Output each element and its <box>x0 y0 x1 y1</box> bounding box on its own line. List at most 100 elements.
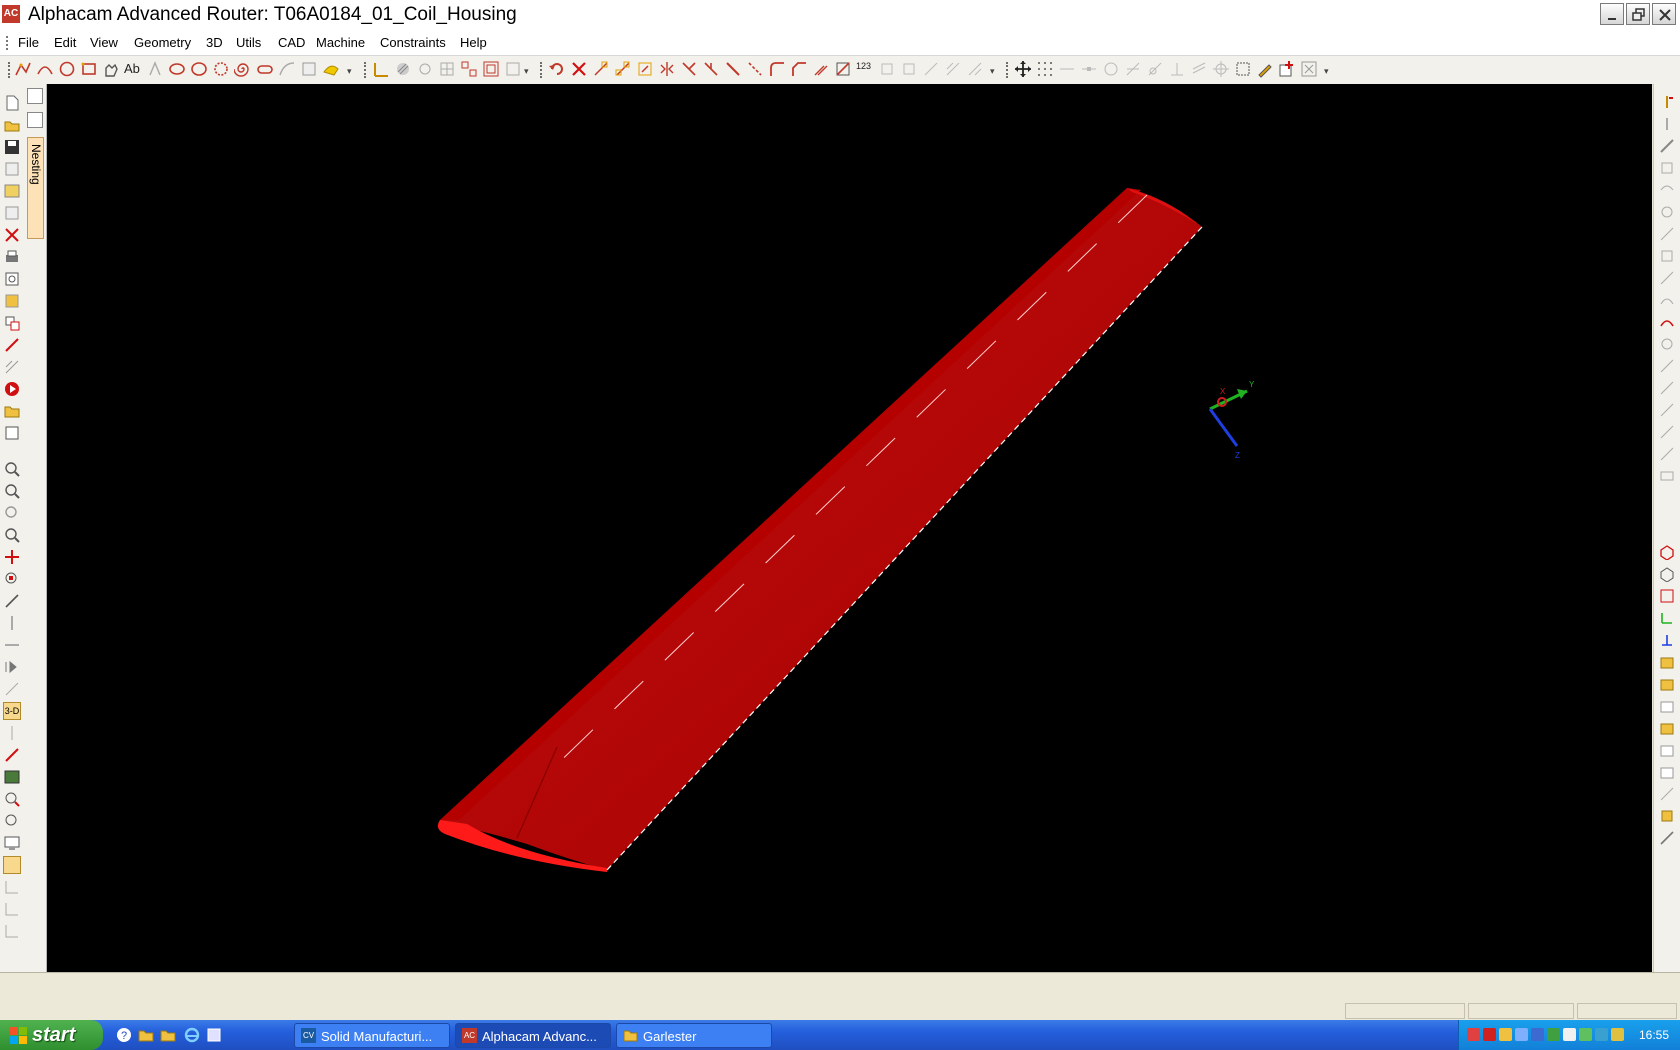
outlook-icon[interactable] <box>206 1027 222 1043</box>
layer-icon[interactable] <box>504 60 522 78</box>
restore-button[interactable] <box>1626 3 1650 25</box>
tray-update-icon[interactable] <box>1579 1028 1592 1041</box>
mirror-icon[interactable] <box>658 60 676 78</box>
transfer-icon[interactable] <box>3 336 21 354</box>
tray-antivirus-icon[interactable] <box>1483 1028 1496 1041</box>
grid-icon[interactable] <box>438 60 456 78</box>
snap-parallel-icon[interactable] <box>1190 60 1208 78</box>
ellipse-icon[interactable] <box>168 60 186 78</box>
print-preview-icon[interactable] <box>3 270 21 288</box>
shape-fill-icon[interactable] <box>322 60 340 78</box>
snap-perp-icon[interactable] <box>1168 60 1186 78</box>
project-manager-tab[interactable] <box>27 88 43 104</box>
drill-icon[interactable] <box>1659 116 1675 132</box>
section-icon[interactable] <box>3 878 21 896</box>
help-icon[interactable]: ? <box>116 1027 132 1043</box>
image-icon[interactable] <box>3 768 21 786</box>
undo-icon[interactable] <box>548 60 566 78</box>
hatch-icon[interactable] <box>394 60 412 78</box>
nc-open-icon[interactable] <box>3 182 21 200</box>
workplane-side-icon[interactable] <box>1659 698 1675 714</box>
offset-icon[interactable] <box>812 60 830 78</box>
spline-icon[interactable] <box>278 60 296 78</box>
projected-icon[interactable] <box>1659 358 1675 374</box>
export-icon[interactable] <box>3 292 21 310</box>
zoom-window-icon[interactable] <box>3 460 21 478</box>
menu-machine[interactable]: Machine <box>316 35 365 51</box>
3d-sim-icon[interactable] <box>1659 468 1675 484</box>
import-icon[interactable] <box>3 314 21 332</box>
minimize-button[interactable] <box>1600 3 1624 25</box>
tray-security-icon[interactable] <box>1499 1028 1512 1041</box>
tray-network-icon[interactable] <box>1467 1028 1480 1041</box>
zoom-previous-icon[interactable] <box>3 812 21 830</box>
polyline-icon[interactable] <box>14 60 32 78</box>
menu-geometry[interactable]: Geometry <box>134 35 191 51</box>
redraw-icon[interactable] <box>3 592 21 610</box>
task-alphacam[interactable]: AC Alphacam Advanc... <box>455 1023 611 1048</box>
nc-save-icon[interactable] <box>3 204 21 222</box>
menu-constraints[interactable]: Constraints <box>380 35 446 51</box>
properties-icon[interactable] <box>3 358 21 376</box>
workplane-right-icon[interactable] <box>1659 742 1675 758</box>
simulate-icon[interactable] <box>1659 446 1675 462</box>
snap-center-icon[interactable] <box>1102 60 1120 78</box>
toolbar-overflow-icon[interactable]: ▾ <box>990 64 998 78</box>
toolbar-grip[interactable] <box>1006 62 1010 78</box>
axis-xz-icon[interactable] <box>1659 632 1675 648</box>
section-depth-icon[interactable] <box>3 922 21 940</box>
tray-volume-icon[interactable] <box>1515 1028 1528 1041</box>
dimension-vertical-icon[interactable] <box>3 724 21 742</box>
rest-machining-icon[interactable] <box>1659 336 1675 352</box>
rotary-icon[interactable] <box>1659 402 1675 418</box>
ruler-icon[interactable] <box>3 636 21 654</box>
snap-intersect-icon[interactable] <box>1124 60 1142 78</box>
pocket-icon[interactable] <box>1659 160 1675 176</box>
workplane-left-icon[interactable] <box>1659 764 1675 780</box>
nesting-tab[interactable]: Nesting <box>27 137 44 239</box>
rough-finish-icon[interactable] <box>1659 138 1675 154</box>
block-icon[interactable] <box>878 60 896 78</box>
menu-edit[interactable]: Edit <box>54 35 76 51</box>
solid-view-toggle[interactable] <box>3 856 21 874</box>
page-icon[interactable] <box>3 424 21 442</box>
measure-line-icon[interactable] <box>3 680 21 698</box>
record-icon[interactable] <box>3 380 21 398</box>
menu-grip[interactable] <box>6 36 11 50</box>
find-icon[interactable] <box>3 790 21 808</box>
print-icon[interactable] <box>3 248 21 266</box>
view-3d-toggle[interactable]: 3-D <box>3 702 21 720</box>
step-icon[interactable] <box>3 658 21 676</box>
fillet-icon[interactable] <box>768 60 786 78</box>
tray-monitor-icon[interactable] <box>1563 1028 1576 1041</box>
toolbar-overflow-icon[interactable]: ▾ <box>524 64 532 78</box>
nc-file-icon[interactable] <box>3 160 21 178</box>
chamfer-icon[interactable] <box>790 60 808 78</box>
top-view-icon[interactable] <box>1659 588 1675 604</box>
delete-icon[interactable] <box>570 60 588 78</box>
menu-3d[interactable]: 3D <box>206 35 223 51</box>
snap-frame-icon[interactable] <box>1234 60 1252 78</box>
ellipse-full-icon[interactable] <box>190 60 208 78</box>
save-icon[interactable] <box>3 138 21 156</box>
box-view-icon[interactable] <box>1659 566 1675 582</box>
edit-line-icon[interactable] <box>3 746 21 764</box>
engrave-icon[interactable] <box>1659 204 1675 220</box>
tray-display-icon[interactable] <box>1531 1028 1544 1041</box>
slot-icon[interactable] <box>256 60 274 78</box>
extend-icon[interactable] <box>746 60 764 78</box>
arc-icon[interactable] <box>36 60 54 78</box>
number-tool-button[interactable]: 123 <box>856 60 874 78</box>
join-icon[interactable] <box>724 60 742 78</box>
rotate-icon[interactable] <box>636 60 654 78</box>
zoom-in-icon[interactable] <box>3 504 21 522</box>
menu-file[interactable]: File <box>18 35 39 51</box>
machine-tool-icon[interactable] <box>1659 94 1675 110</box>
workplane-front-icon[interactable] <box>1659 676 1675 692</box>
zoom-all-icon[interactable] <box>3 482 21 500</box>
spiral-icon[interactable] <box>234 60 252 78</box>
menu-cad[interactable]: CAD <box>278 35 305 51</box>
section-plane-icon[interactable] <box>3 900 21 918</box>
tray-power-icon[interactable] <box>1611 1028 1624 1041</box>
drawing-viewport[interactable]: X Y Z <box>47 84 1652 972</box>
